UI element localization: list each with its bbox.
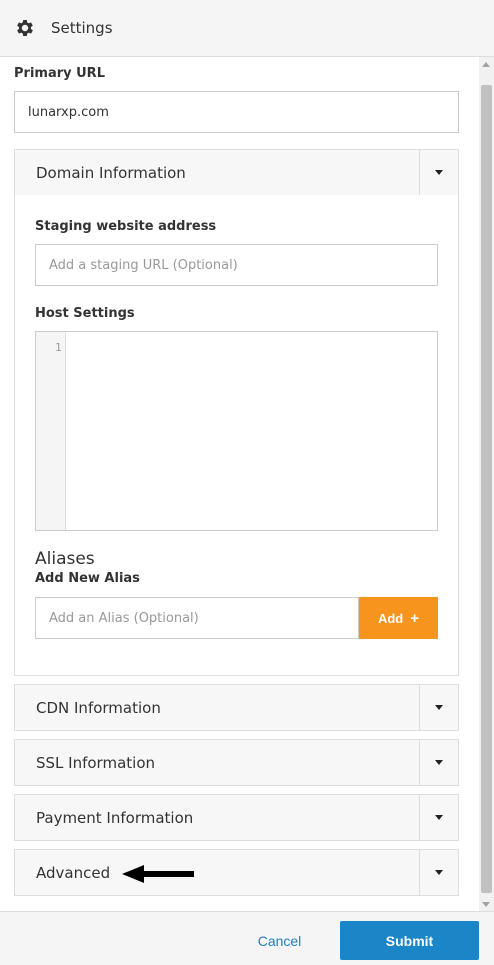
domain-information-toggle[interactable] xyxy=(419,150,458,195)
caret-down-icon xyxy=(435,760,443,765)
caret-down-icon xyxy=(435,815,443,820)
settings-form: Primary URL lunarxp.com Domain Informati… xyxy=(0,57,494,911)
payment-information-panel: Payment Information xyxy=(14,794,459,841)
domain-information-title: Domain Information xyxy=(36,164,186,182)
domain-information-header[interactable]: Domain Information xyxy=(15,150,458,195)
cancel-button[interactable]: Cancel xyxy=(248,930,311,952)
aliases-heading: Aliases xyxy=(35,549,95,569)
line-number: 1 xyxy=(55,341,62,354)
add-alias-button[interactable]: Add + xyxy=(359,597,438,639)
caret-down-icon xyxy=(435,170,443,175)
submit-button[interactable]: Submit xyxy=(340,921,479,960)
cdn-information-panel: CDN Information xyxy=(14,684,459,731)
advanced-header[interactable]: Advanced xyxy=(15,850,458,895)
caret-down-icon xyxy=(435,705,443,710)
plus-icon: + xyxy=(410,609,420,627)
left-arrow-annotation-icon xyxy=(122,865,194,883)
primary-url-label: Primary URL xyxy=(14,66,105,81)
alias-input[interactable]: Add an Alias (Optional) xyxy=(35,597,359,639)
page-title: Settings xyxy=(51,19,113,37)
scroll-up-icon[interactable] xyxy=(482,62,490,67)
advanced-title: Advanced xyxy=(36,864,111,882)
line-number-gutter: 1 xyxy=(36,332,66,530)
host-settings-editor[interactable]: 1 xyxy=(35,331,438,531)
gear-icon xyxy=(17,20,33,36)
vertical-scrollbar[interactable] xyxy=(479,57,494,911)
staging-url-input[interactable]: Add a staging URL (Optional) xyxy=(35,244,438,286)
add-alias-button-label: Add xyxy=(377,610,404,626)
advanced-toggle[interactable] xyxy=(419,850,458,895)
staging-label: Staging website address xyxy=(35,219,217,234)
scrollbar-thumb[interactable] xyxy=(481,85,492,893)
form-footer: Cancel Submit xyxy=(0,911,494,965)
cdn-information-toggle[interactable] xyxy=(419,685,458,730)
cdn-information-header[interactable]: CDN Information xyxy=(15,685,458,730)
add-alias-label: Add New Alias xyxy=(35,571,140,586)
payment-information-header[interactable]: Payment Information xyxy=(15,795,458,840)
payment-information-title: Payment Information xyxy=(36,809,194,827)
ssl-information-toggle[interactable] xyxy=(419,740,458,785)
settings-header: Settings xyxy=(0,0,494,57)
primary-url-input[interactable]: lunarxp.com xyxy=(14,91,459,133)
host-settings-label: Host Settings xyxy=(35,306,135,321)
payment-information-toggle[interactable] xyxy=(419,795,458,840)
cdn-information-title: CDN Information xyxy=(36,699,161,717)
advanced-panel: Advanced xyxy=(14,849,459,896)
ssl-information-panel: SSL Information xyxy=(14,739,459,786)
scroll-down-icon[interactable] xyxy=(482,902,490,907)
ssl-information-header[interactable]: SSL Information xyxy=(15,740,458,785)
ssl-information-title: SSL Information xyxy=(36,754,155,772)
caret-down-icon xyxy=(435,870,443,875)
